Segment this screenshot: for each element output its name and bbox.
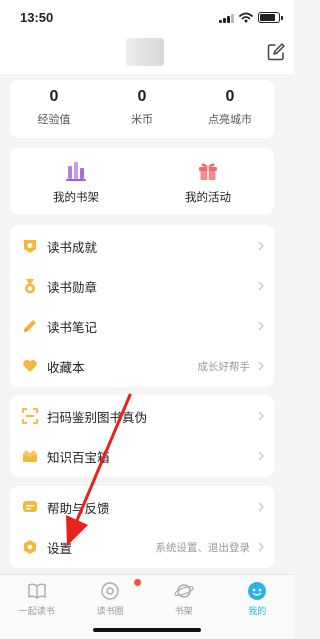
stat-coins[interactable]: 0 米币 <box>98 80 186 138</box>
stat-experience[interactable]: 0 经验值 <box>10 80 98 138</box>
medal-icon <box>25 279 35 294</box>
achievement-icon <box>24 240 36 253</box>
shortcut-label: 我的活动 <box>185 190 231 204</box>
shortcut-label: 我的书架 <box>53 190 99 204</box>
chevron-right-icon <box>258 542 264 552</box>
stat-cities[interactable]: 0 点亮城市 <box>186 80 274 138</box>
menu-label: 收藏本 <box>47 359 85 375</box>
chevron-right-icon <box>258 241 264 251</box>
chevron-right-icon <box>258 411 264 421</box>
menu-label: 读书笔记 <box>47 319 98 335</box>
book-icon <box>28 583 46 599</box>
feedback-icon <box>23 501 37 512</box>
menu-item-medal[interactable]: 读书勋章 <box>10 266 274 306</box>
treasure-box-icon <box>23 450 37 462</box>
cellular-signal-icon <box>219 13 234 23</box>
menu-item-settings[interactable]: 设置 系统设置、退出登录 <box>10 527 274 567</box>
tab-read-together[interactable]: 一起读书 <box>0 575 74 639</box>
stat-label: 点亮城市 <box>208 113 252 126</box>
planet-icon <box>174 584 194 598</box>
home-indicator <box>93 628 201 632</box>
menu-label: 知识百宝箱 <box>47 449 110 465</box>
circle-icon <box>101 582 119 600</box>
edit-icon[interactable] <box>266 42 286 62</box>
pencil-icon <box>24 320 36 332</box>
tab-label: 书架 <box>174 607 193 617</box>
shortcuts-card: 我的书架 我的活动 <box>10 148 274 214</box>
avatar[interactable] <box>126 38 164 66</box>
tab-label: 我的 <box>248 607 267 617</box>
stat-label: 米币 <box>131 113 153 126</box>
shortcut-bookshelf[interactable]: 我的书架 <box>10 148 142 214</box>
status-time: 13:50 <box>20 10 54 25</box>
chevron-right-icon <box>258 502 264 512</box>
profile-icon <box>248 582 267 600</box>
menu-item-achievement[interactable]: 读书成就 <box>10 226 274 266</box>
menu-item-help-feedback[interactable]: 帮助与反馈 <box>10 487 274 527</box>
notification-badge <box>133 579 141 586</box>
menu-hint: 成长好帮手 <box>197 360 251 373</box>
menu-item-knowledge-box[interactable]: 知识百宝箱 <box>10 436 274 476</box>
shortcut-activities[interactable]: 我的活动 <box>142 148 274 214</box>
heart-icon <box>23 360 37 372</box>
battery-icon <box>258 12 283 23</box>
menu-label: 扫码鉴别图书真伪 <box>47 409 148 425</box>
tab-label: 读书圈 <box>96 607 124 617</box>
chevron-right-icon <box>258 361 264 371</box>
stat-value: 0 <box>225 88 235 105</box>
settings-icon <box>24 540 36 554</box>
menu-item-scan[interactable]: 扫码鉴别图书真伪 <box>10 396 274 436</box>
menu-item-notes[interactable]: 读书笔记 <box>10 306 274 346</box>
wifi-icon <box>239 12 253 23</box>
menu-hint: 系统设置、退出登录 <box>155 541 251 554</box>
stat-value: 0 <box>137 88 147 105</box>
status-bar: 13:50 <box>0 0 294 36</box>
stats-card: 0 经验值 0 米币 0 点亮城市 <box>10 80 274 138</box>
chevron-right-icon <box>258 321 264 331</box>
status-icons <box>219 12 283 23</box>
menu-label: 读书勋章 <box>47 279 98 295</box>
tab-mine[interactable]: 我的 <box>221 575 295 639</box>
stat-label: 经验值 <box>37 113 71 126</box>
menu-label: 帮助与反馈 <box>47 500 110 516</box>
menu-label: 读书成就 <box>47 239 98 255</box>
profile-header <box>0 36 294 74</box>
gift-icon <box>199 163 217 180</box>
menu-label: 设置 <box>47 540 73 556</box>
scan-icon <box>22 408 38 424</box>
chevron-right-icon <box>258 281 264 291</box>
chevron-right-icon <box>258 451 264 461</box>
stat-value: 0 <box>49 88 59 105</box>
menu-item-favorites[interactable]: 收藏本 成长好帮手 <box>10 346 274 386</box>
bookshelf-icon <box>66 162 86 181</box>
tab-label: 一起读书 <box>18 607 55 617</box>
